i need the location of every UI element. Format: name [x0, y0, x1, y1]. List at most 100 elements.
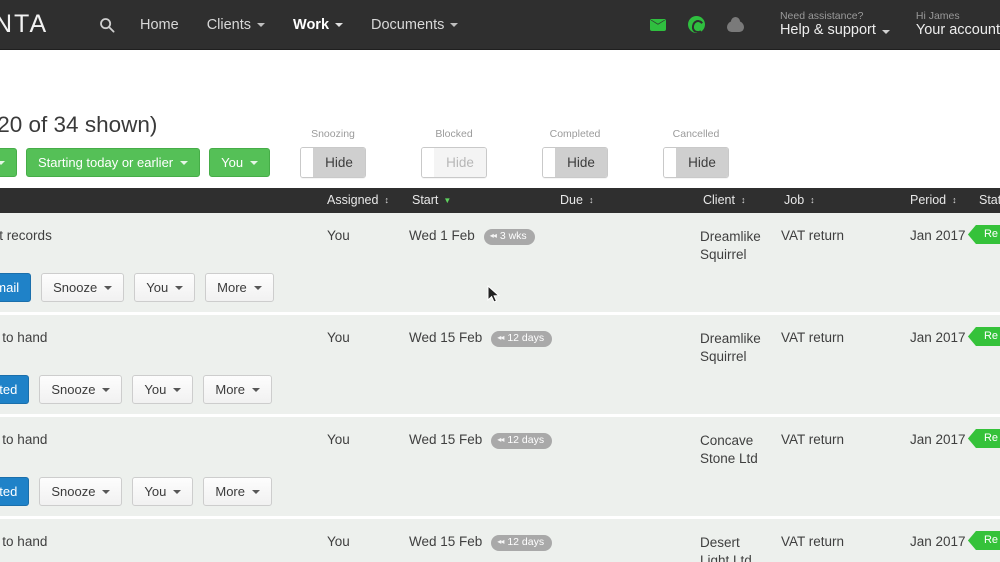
column-header-client[interactable]: Client ↕: [703, 193, 745, 207]
snooze-button[interactable]: Snooze: [41, 273, 125, 302]
toggle-cancelled-action: Hide: [676, 148, 728, 177]
nav-item-home[interactable]: Home: [126, 0, 193, 49]
account-label: Your account: [915, 22, 1000, 39]
cell-assigned: You: [327, 432, 350, 447]
chevron-down-icon: [335, 22, 344, 27]
cell-client: Dreamlike Squirrel: [700, 331, 761, 364]
nav-right-links: Need assistance? Help & support Hi James…: [780, 10, 1000, 39]
column-header-client-label: Client: [703, 193, 735, 207]
work-items-table: Assigned ↕ Start ▼ Due ↕ Client ↕ Job ↕ …: [0, 188, 1000, 562]
status-badge: Re: [967, 327, 1000, 346]
cell-job-link[interactable]: VAT return: [781, 534, 844, 549]
cell-task: mplete data to hand: [0, 432, 48, 447]
snooze-button[interactable]: Snooze: [39, 375, 123, 404]
column-header-status[interactable]: Stat: [979, 193, 1000, 207]
sort-icon: ↕: [384, 194, 389, 205]
column-header-assigned[interactable]: Assigned ↕: [327, 193, 389, 207]
chevron-down-icon: [251, 387, 260, 392]
toggle-completed: Completed Hide: [542, 128, 608, 178]
cell-job-link[interactable]: VAT return: [781, 228, 844, 243]
primary-action-button[interactable]: he email: [0, 273, 32, 302]
sort-icon: ↕: [810, 194, 815, 205]
phone-icon[interactable]: [687, 16, 705, 33]
toggle-snoozing-switch[interactable]: Hide: [300, 147, 366, 178]
toggle-completed-switch[interactable]: Hide: [542, 147, 608, 178]
snooze-button[interactable]: Snooze: [39, 477, 123, 506]
help-label-text: Help & support: [779, 22, 876, 39]
nav-item-documents[interactable]: Documents: [357, 0, 472, 49]
cloud-icon[interactable]: [726, 16, 744, 32]
chevron-down-icon: [173, 387, 182, 392]
filter-button-assignee[interactable]: You: [209, 148, 271, 177]
nav-item-work[interactable]: Work: [279, 0, 357, 49]
toggle-blocked-switch[interactable]: Hide: [421, 147, 487, 178]
search-icon[interactable]: [88, 17, 126, 33]
toggle-knob: [301, 148, 313, 177]
arrow-left-icon: ◂◂: [497, 435, 504, 444]
chevron-down-icon: [251, 489, 260, 494]
cell-period: Jan 2017: [910, 432, 966, 447]
chevron-down-icon: [173, 489, 182, 494]
toggle-snoozing-label: Snoozing: [311, 128, 355, 140]
column-header-job[interactable]: Job ↕: [784, 193, 815, 207]
cell-start: Wed 15 Feb ◂◂ 12 days: [409, 330, 553, 348]
more-button-label: More: [215, 484, 245, 499]
toggle-cancelled: Cancelled Hide: [663, 128, 729, 178]
toggle-knob: [664, 148, 676, 177]
assignee-button[interactable]: You: [132, 477, 194, 506]
assignee-button[interactable]: You: [134, 273, 196, 302]
toggle-cancelled-switch[interactable]: Hide: [663, 147, 729, 178]
cell-task: nt to request records: [0, 228, 52, 243]
cell-job-link[interactable]: VAT return: [781, 432, 844, 447]
filter-button-assignee-label: You: [221, 155, 244, 170]
nav-item-documents-label: Documents: [371, 16, 445, 33]
nav-item-work-label: Work: [293, 16, 330, 33]
cell-job-link[interactable]: VAT return: [781, 330, 844, 345]
primary-action-button[interactable]: as completed: [0, 477, 30, 506]
app-logo[interactable]: NTA: [0, 10, 80, 39]
table-row[interactable]: mplete data to hand You Wed 15 Feb ◂◂12 d…: [0, 417, 1000, 519]
primary-action-button[interactable]: as completed: [0, 375, 30, 404]
row-action-bar: as completed Snooze You More: [0, 477, 272, 506]
visibility-toggle-group: Snoozing Hide Blocked Hide Completed Hid…: [300, 128, 729, 178]
table-row[interactable]: mplete data to hand You Wed 15 Feb ◂◂12 d…: [0, 519, 1000, 562]
toggle-completed-label: Completed: [549, 128, 601, 140]
toggle-snoozing-action: Hide: [313, 148, 365, 177]
column-header-period[interactable]: Period ↕: [910, 193, 957, 207]
column-header-due[interactable]: Due ↕: [560, 193, 593, 207]
duration-badge-label: 3 wks: [499, 229, 527, 242]
assignee-button-label: You: [144, 382, 167, 397]
duration-badge: ◂◂ 12 days: [491, 432, 553, 450]
your-account[interactable]: Hi James Your account: [916, 10, 1000, 39]
assignee-button[interactable]: You: [132, 375, 194, 404]
help-prompt: Need assistance?: [779, 10, 864, 23]
arrow-left-icon: ◂◂: [497, 537, 504, 546]
cell-assigned: You: [327, 534, 350, 549]
nav-item-clients[interactable]: Clients: [193, 0, 279, 49]
column-header-start-label: Start: [412, 193, 439, 207]
column-header-start[interactable]: Start ▼: [412, 193, 451, 207]
toggle-completed-action: Hide: [555, 148, 607, 177]
sort-desc-icon: ▼: [443, 195, 452, 205]
table-row[interactable]: mplete data to hand You Wed 15 Feb ◂◂12 d…: [0, 315, 1000, 417]
page-title: st (1-20 of 34 shown): [0, 112, 158, 137]
toggle-cancelled-label: Cancelled: [672, 128, 720, 140]
more-button[interactable]: More: [205, 273, 274, 302]
mail-icon[interactable]: [649, 18, 666, 31]
more-button[interactable]: More: [203, 375, 272, 404]
filter-button-start-date[interactable]: Starting today or earlier: [26, 148, 201, 177]
more-button-label: More: [217, 280, 247, 295]
row-action-bar: he email Snooze You More: [0, 273, 274, 302]
duration-badge: ◂◂ 12 days: [491, 534, 553, 552]
cell-period: Jan 2017: [910, 228, 966, 243]
chevron-down-icon: [180, 160, 189, 165]
cell-start-date: Wed 15 Feb: [409, 534, 483, 549]
help-and-support[interactable]: Need assistance? Help & support: [780, 10, 890, 39]
cell-start-date: Wed 1 Feb: [409, 228, 475, 243]
greeting: Hi James: [915, 10, 960, 23]
table-row[interactable]: nt to request records You Wed 1 Feb ◂◂3 w…: [0, 213, 1000, 315]
more-button[interactable]: More: [203, 477, 272, 506]
status-badge: Re: [967, 429, 1000, 448]
filter-button-status[interactable]: [0, 148, 17, 177]
snooze-button-label: Snooze: [53, 280, 98, 295]
